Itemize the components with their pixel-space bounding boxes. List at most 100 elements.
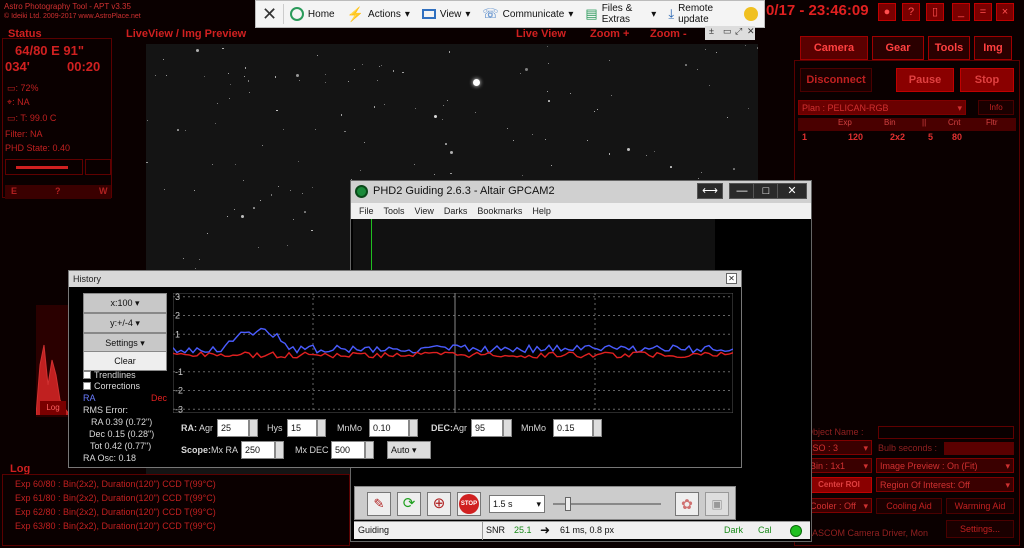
- gamma-slider-thumb[interactable]: [565, 497, 571, 511]
- plan-select[interactable]: Plan : PELICAN-RGB ▾: [798, 100, 966, 115]
- stop-icon[interactable]: STOP: [457, 492, 481, 516]
- star: [314, 129, 316, 131]
- menu-file[interactable]: File: [359, 206, 374, 216]
- camera-settings-button[interactable]: Settings...: [946, 520, 1014, 538]
- menu-bookmarks[interactable]: Bookmarks: [477, 206, 522, 216]
- mxdec-input[interactable]: 500: [331, 441, 365, 459]
- dir-west: W: [99, 186, 108, 196]
- x-scale-select[interactable]: x:100 ▾: [83, 293, 167, 313]
- settings-select[interactable]: Settings ▾: [83, 333, 167, 353]
- close-icon[interactable]: ✕: [777, 183, 807, 199]
- view-button[interactable]: View ▾: [416, 1, 477, 27]
- files-extras-button[interactable]: ▤ Files & Extras ▾: [579, 1, 662, 27]
- exposure-select[interactable]: 1.5 s ▾: [489, 495, 545, 513]
- star: [276, 109, 278, 112]
- mxra-spinner[interactable]: [275, 441, 284, 459]
- star: [705, 48, 707, 50]
- home-button[interactable]: Home: [284, 1, 341, 27]
- disconnect-button[interactable]: Disconnect: [800, 68, 872, 92]
- ra-hys-input[interactable]: 15: [287, 419, 317, 437]
- corrections-checkbox[interactable]: [83, 382, 91, 390]
- roi-select[interactable]: Region Of Interest: Off ▾: [876, 477, 1014, 492]
- chevron-down-icon: ▾: [404, 8, 410, 20]
- object-name-input[interactable]: [878, 426, 1014, 439]
- col-fltr: Fltr: [986, 118, 998, 127]
- communicate-button[interactable]: ☏ Communicate ▾: [476, 1, 579, 27]
- star: [311, 187, 313, 189]
- pin-icon[interactable]: ±: [709, 26, 714, 36]
- temp-status: ▭: T: 99.0 C: [7, 113, 57, 123]
- remote-update-button[interactable]: ⤓ Remote update: [662, 1, 738, 27]
- menu-help[interactable]: Help: [532, 206, 551, 216]
- image-preview-select[interactable]: Image Preview : On (Fit) ▾: [876, 458, 1014, 473]
- menu-tools[interactable]: Tools: [384, 206, 405, 216]
- restore-icon[interactable]: ⟷: [697, 183, 723, 199]
- maximize-icon[interactable]: =: [974, 3, 992, 21]
- tab-img[interactable]: Img: [974, 36, 1012, 60]
- usb-connect-icon[interactable]: ✎: [367, 492, 391, 516]
- dec-mnmo-input[interactable]: 0.15: [553, 419, 593, 437]
- star: [447, 99, 449, 101]
- ra-mnmo-spinner[interactable]: [409, 419, 418, 437]
- close-icon[interactable]: ✕: [726, 273, 737, 284]
- history-window: History ✕ x:100 ▾ y:+/-4 ▾ Settings ▾ Cl…: [68, 270, 742, 468]
- bulb-seconds-input[interactable]: [944, 442, 1014, 455]
- ra-hys-spinner[interactable]: [317, 419, 326, 437]
- bin-select[interactable]: Bin : 1x1 ▾: [806, 458, 872, 473]
- tab-camera[interactable]: Camera: [800, 36, 868, 60]
- restore-icon[interactable]: ▭: [723, 26, 732, 37]
- menu-view[interactable]: View: [415, 206, 434, 216]
- zoom-out-button[interactable]: Zoom -: [650, 28, 687, 40]
- star: [608, 153, 611, 155]
- record-icon[interactable]: ●: [878, 3, 896, 21]
- star: [414, 163, 416, 165]
- expand-icon[interactable]: ⤢: [735, 26, 742, 37]
- clear-button[interactable]: Clear: [83, 351, 167, 371]
- center-roi-button[interactable]: Center ROI: [806, 477, 872, 493]
- tab-gear[interactable]: Gear: [872, 36, 924, 60]
- star: [448, 51, 451, 53]
- cooling-aid-button[interactable]: Cooling Aid: [876, 498, 942, 514]
- close-toolbar-button[interactable]: ✕: [256, 1, 283, 27]
- star: [258, 247, 260, 249]
- dec-agr-input[interactable]: 95: [471, 419, 503, 437]
- settings-icon[interactable]: ▯: [926, 3, 944, 21]
- menu-darks[interactable]: Darks: [444, 206, 468, 216]
- histogram-log-button[interactable]: Log: [40, 401, 66, 415]
- ra-agr-input[interactable]: 25: [217, 419, 249, 437]
- star: [165, 74, 167, 76]
- pause-button[interactable]: Pause: [896, 68, 954, 92]
- live-view-button[interactable]: Live View: [516, 28, 566, 40]
- tab-tools[interactable]: Tools: [928, 36, 970, 60]
- loop-icon[interactable]: ⟳: [397, 492, 421, 516]
- mxra-input[interactable]: 250: [241, 441, 275, 459]
- minimize-icon[interactable]: _: [952, 3, 970, 21]
- mxdec-spinner[interactable]: [365, 441, 374, 459]
- zoom-in-button[interactable]: Zoom +: [590, 28, 629, 40]
- warming-aid-button[interactable]: Warming Aid: [946, 498, 1014, 514]
- close-icon[interactable]: ×: [996, 3, 1014, 21]
- ra-mnmo-input[interactable]: 0.10: [369, 419, 409, 437]
- dec-agr-spinner[interactable]: [503, 419, 512, 437]
- plan-info-button[interactable]: Info: [978, 100, 1014, 115]
- close-icon[interactable]: ✕: [747, 26, 755, 37]
- guide-target-icon[interactable]: ⊕: [427, 492, 451, 516]
- brain-icon[interactable]: ✿: [675, 492, 699, 516]
- cooler-select[interactable]: Cooler : Off ▾: [806, 498, 872, 513]
- dec-mnmo-spinner[interactable]: [593, 419, 602, 437]
- y-scale-select[interactable]: y:+/-4 ▾: [83, 313, 167, 333]
- stop-button[interactable]: Stop: [960, 68, 1014, 92]
- minimize-icon[interactable]: —: [729, 183, 755, 199]
- trendlines-checkbox[interactable]: [83, 371, 91, 379]
- maximize-icon[interactable]: □: [753, 183, 779, 199]
- ra-agr-spinner[interactable]: [249, 419, 258, 437]
- actions-button[interactable]: ⚡ Actions ▾: [341, 1, 416, 27]
- iso-select[interactable]: ISO : 3 ▾: [806, 440, 872, 455]
- rms-dec: Dec 0.15 (0.28"): [89, 429, 155, 439]
- help-icon[interactable]: ?: [902, 3, 920, 21]
- smiley-button[interactable]: [738, 1, 764, 27]
- scope-mode-select[interactable]: Auto ▾: [387, 441, 431, 459]
- camera-icon[interactable]: ▣: [705, 492, 729, 516]
- star: [551, 164, 553, 166]
- plan-row[interactable]: 1 120 2x2 5 80: [798, 132, 1016, 145]
